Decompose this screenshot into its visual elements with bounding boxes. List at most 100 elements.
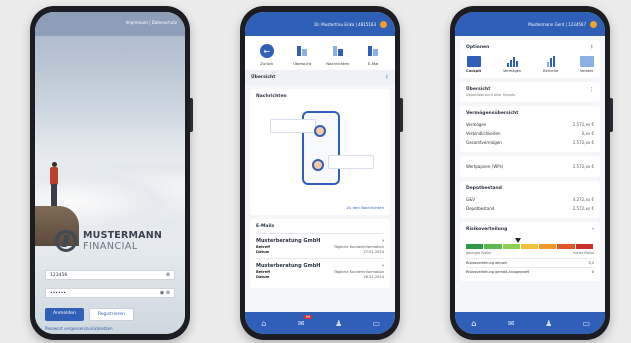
option-label: Berichte bbox=[543, 69, 559, 73]
option-traffic[interactable]: Verkehr bbox=[580, 56, 594, 73]
overview-subtitle: Depotübersicht aller Depots bbox=[466, 93, 516, 97]
section-header: Übersicht ⋮ bbox=[245, 70, 395, 85]
risk-card: Risikoverteilung › geringes Risiko hohes… bbox=[460, 222, 600, 281]
login-background: Impressum | Datenschutz MUSTERMANN FINAN… bbox=[35, 12, 185, 334]
login-screen: Impressum | Datenschutz MUSTERMANN FINAN… bbox=[35, 12, 185, 334]
datenschutz-link[interactable]: Datenschutz bbox=[152, 20, 177, 25]
mail-date: 26.01.2024 bbox=[363, 275, 384, 279]
password-field[interactable]: •••••• ◉ ⊗ bbox=[45, 288, 175, 298]
row-label: Vermögen bbox=[466, 122, 487, 127]
toolbar-overview[interactable]: Übersicht bbox=[288, 44, 316, 66]
options-card: Optionen ⋮ Cockpit Vermögen Berichte Ver… bbox=[460, 40, 600, 78]
toolbar-email-label: E-Mai bbox=[368, 61, 379, 66]
chat-icon[interactable]: ✉ 99 bbox=[294, 314, 313, 328]
chat-icon[interactable]: ✉ bbox=[504, 319, 518, 328]
username-field[interactable]: 123456 ⊗ bbox=[45, 270, 175, 280]
news-link[interactable]: Zu den Nachrichten bbox=[256, 205, 384, 210]
options-title: Optionen bbox=[466, 45, 490, 50]
row-label: G&V bbox=[466, 197, 475, 202]
illustration-avatar bbox=[312, 159, 324, 171]
more-icon[interactable]: ⋮ bbox=[385, 75, 390, 80]
user-icon[interactable]: ♟ bbox=[332, 319, 346, 328]
hiker-body bbox=[50, 167, 58, 185]
assets-title: Vermögensübersicht bbox=[466, 111, 519, 116]
dashboard-screen: Mustermann Gerd | 1234567 Optionen ⋮ Coc… bbox=[455, 12, 605, 334]
toolbar-email[interactable]: E-Mai bbox=[359, 44, 387, 66]
email-icon bbox=[366, 44, 380, 58]
row-label: Risikoverteilung gemäß Anlageprofil bbox=[466, 270, 530, 274]
toolbar-messages[interactable]: Nachrichten bbox=[324, 44, 352, 66]
toolbar-overview-label: Übersicht bbox=[293, 61, 312, 66]
mail-subject: Tägliche Kundeninformation bbox=[333, 245, 384, 249]
overview-card[interactable]: Übersicht Depotübersicht aller Depots ⋮ bbox=[460, 82, 600, 102]
securities-label: Wertpapiere (WPs) bbox=[466, 164, 504, 169]
clear-icon[interactable]: ⊗ bbox=[166, 272, 170, 278]
mail-date: 27.01.2024 bbox=[363, 250, 384, 254]
login-header-links: Impressum | Datenschutz bbox=[126, 20, 177, 25]
toolbar-back-label: Zurück bbox=[260, 61, 274, 66]
bottom-nav: ⌂ ✉ ♟ ▭ bbox=[455, 312, 605, 334]
section-title: Übersicht bbox=[251, 75, 276, 80]
risk-segment bbox=[575, 244, 593, 249]
back-arrow-icon: ← bbox=[259, 44, 274, 58]
overview-icon bbox=[295, 44, 309, 58]
assets-card: Vermögensübersicht Vermögen 2.572,xx € Ve… bbox=[460, 106, 600, 152]
list-item[interactable]: Musterberatung GmbH › Betreff Tägliche Kun… bbox=[256, 258, 384, 283]
home-icon[interactable]: ⌂ bbox=[467, 319, 481, 328]
option-label: Cockpit bbox=[466, 69, 482, 73]
chevron-right-icon: › bbox=[381, 238, 384, 244]
toolbar-back[interactable]: ← Zurück bbox=[253, 44, 281, 66]
risk-segment bbox=[520, 244, 539, 249]
bottom-nav: ⌂ ✉ 99 ♟ ▭ bbox=[245, 312, 395, 334]
overview-title: Übersicht bbox=[466, 87, 491, 92]
phone-messages: Dr. Musterfrau Erika | 4815163 ← Zurück … bbox=[240, 6, 403, 340]
register-button[interactable]: Registrieren bbox=[88, 308, 134, 321]
chevron-right-icon[interactable]: › bbox=[592, 227, 594, 232]
forgot-password-link[interactable]: Passwort vergessen/zurücksetzen bbox=[45, 326, 113, 331]
risk-title: Risikoverteilung bbox=[466, 227, 508, 232]
brand-name-line2: FINANCIAL bbox=[83, 240, 138, 252]
password-value: •••••• bbox=[50, 290, 66, 296]
home-icon[interactable]: ⌂ bbox=[257, 319, 271, 328]
list-item[interactable]: Musterberatung GmbH › Betreff Tägliche Kun… bbox=[256, 233, 384, 258]
image-icon bbox=[580, 56, 594, 67]
inbox-icon[interactable]: ▭ bbox=[369, 319, 383, 328]
option-label: Verkehr bbox=[580, 69, 594, 73]
depot-card: Depotbestand G&V 4.272,xx € Depotbestand 2… bbox=[460, 181, 600, 218]
messages-screen: Dr. Musterfrau Erika | 4815163 ← Zurück … bbox=[245, 12, 395, 334]
option-assets[interactable]: Vermögen bbox=[503, 56, 521, 73]
securities-card[interactable]: Wertpapiere (WPs) 2.572,xx € bbox=[460, 156, 600, 177]
show-password-icon[interactable]: ◉ ⊗ bbox=[160, 290, 170, 296]
action-toolbar: ← Zurück Übersicht Nachrichten E-Mai bbox=[245, 36, 395, 70]
table-row: G&V 4.272,xx € bbox=[466, 195, 594, 204]
option-label: Vermögen bbox=[503, 69, 522, 73]
mail-subject-label: Betreff bbox=[256, 245, 271, 249]
topbar: Dr. Musterfrau Erika | 4815163 bbox=[245, 12, 395, 36]
separator: | bbox=[149, 20, 151, 25]
table-row: Vermögen 2.572,xx € bbox=[466, 120, 594, 129]
option-reports[interactable]: Berichte bbox=[543, 56, 558, 73]
inbox-icon[interactable]: ▭ bbox=[579, 319, 593, 328]
phone-login: Impressum | Datenschutz MUSTERMANN FINAN… bbox=[30, 6, 193, 340]
mail-sender: Musterberatung GmbH bbox=[256, 238, 321, 244]
mail-subject: Tägliche Kundeninformation bbox=[333, 270, 384, 274]
chevron-right-icon: › bbox=[381, 263, 384, 269]
avatar[interactable] bbox=[590, 20, 597, 28]
news-card-title: Nachrichten bbox=[256, 94, 287, 99]
illustration-bubble bbox=[328, 155, 374, 169]
risk-high-label: hohes Risiko bbox=[573, 251, 594, 255]
login-button[interactable]: Anmelden bbox=[45, 308, 84, 321]
user-icon[interactable]: ♟ bbox=[542, 319, 556, 328]
avatar[interactable] bbox=[380, 20, 387, 28]
more-icon[interactable]: ⋮ bbox=[589, 87, 594, 97]
row-value: 2.572,xx € bbox=[572, 206, 594, 211]
cockpit-icon bbox=[466, 56, 481, 67]
brand-logo-icon bbox=[55, 230, 77, 252]
risk-segment bbox=[539, 244, 557, 249]
row-value: 2.572,xx € bbox=[572, 122, 594, 127]
impressum-link[interactable]: Impressum bbox=[126, 20, 148, 25]
more-icon[interactable]: ⋮ bbox=[590, 45, 595, 50]
option-cockpit[interactable]: Cockpit bbox=[466, 56, 481, 73]
row-label: Verbindlichkeiten bbox=[466, 131, 501, 136]
row-label: Gesamtvermögen bbox=[466, 140, 502, 145]
